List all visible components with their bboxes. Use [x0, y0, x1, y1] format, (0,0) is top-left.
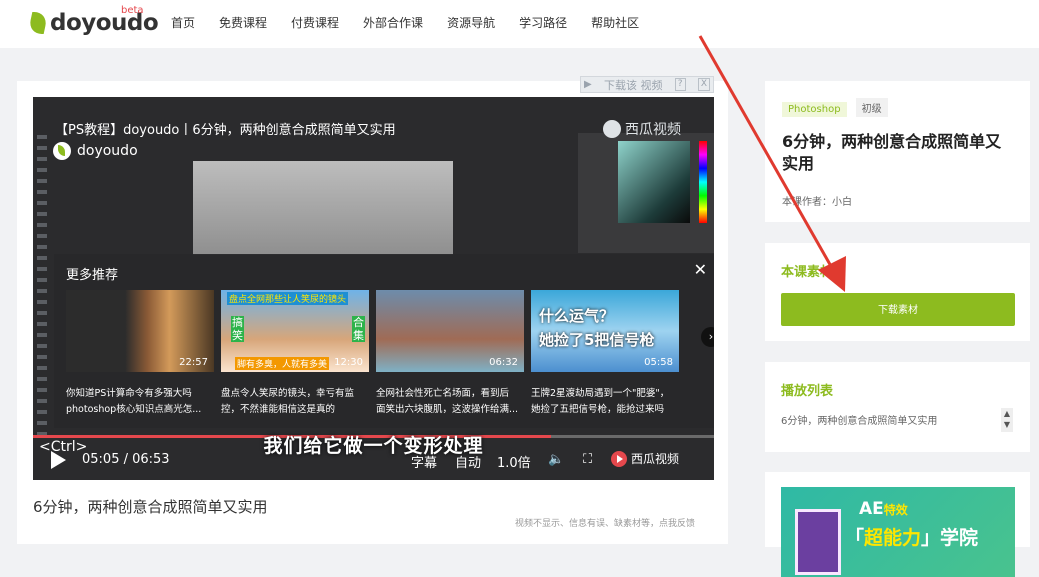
- video-name: 6分钟，两种创意合成照简单又实用: [33, 498, 268, 516]
- course-author: 本课作者：小白: [782, 197, 852, 208]
- download-materials-button[interactable]: 下载素材: [781, 293, 1015, 326]
- banner-title: AE特效: [859, 499, 908, 519]
- playlist-scrollbar[interactable]: ▲ ▼: [1001, 408, 1013, 432]
- nav-resources[interactable]: 资源导航: [447, 14, 495, 31]
- phone-illustration: [795, 509, 841, 575]
- recommendation-caption[interactable]: 她捡了五把信号枪，能抢过来吗: [531, 402, 679, 418]
- thumb-side-text: 搞笑: [231, 316, 244, 342]
- xigua-play-icon: [611, 450, 627, 467]
- playlist-card: 播放列表 6分钟，两种创意合成照简单又实用 ▲ ▼: [765, 362, 1030, 452]
- nav-community[interactable]: 帮助社区: [591, 14, 639, 31]
- recommendation-item[interactable]: 什么运气？ 她捡了5把信号枪 05:58 王牌2星渡劫局遇到一个"肥婆"， 她捡…: [531, 290, 679, 418]
- play-triangle-icon: ▶: [584, 79, 592, 90]
- recommendation-caption[interactable]: 控，不然谁能相信这是真的: [221, 402, 369, 418]
- materials-title: 本课素材: [781, 265, 834, 280]
- promo-card: AE特效 「超能力」学院: [765, 472, 1030, 577]
- banner-ae-text: AE: [859, 499, 884, 519]
- thumb-overlay-text: 什么运气？ 她捡了5把信号枪: [539, 304, 654, 352]
- duration-badge: 22:57: [179, 357, 208, 368]
- playlist-item[interactable]: 6分钟，两种创意合成照简单又实用: [781, 412, 937, 427]
- recommendation-thumbnail[interactable]: 什么运气？ 她捡了5把信号枪 05:58: [531, 290, 679, 372]
- banner-academy: 」学院: [921, 527, 979, 549]
- download-video-label[interactable]: 下载该 视频: [604, 77, 663, 93]
- overlay-close-icon[interactable]: ✕: [694, 260, 707, 279]
- recommendation-item[interactable]: 盘点全网那些让人笑尿的镜头 搞笑 合集 脚有多臭，人就有多美 12:30 盘点令…: [221, 290, 369, 418]
- tag-list: Photoshop 初级: [782, 97, 892, 117]
- video-player[interactable]: 【PS教程】doyoudo丨6分钟，两种创意合成照简单又实用 doyoudo 西…: [33, 97, 714, 480]
- xigua-brand-text: 西瓜视频: [631, 452, 680, 466]
- quality-button[interactable]: 自动: [455, 452, 481, 471]
- time-display: 05:05 / 06:53: [82, 452, 170, 467]
- thumb-overlay-line: 什么运气？: [539, 307, 615, 325]
- main-nav: 首页 免费课程 付费课程 外部合作课 资源导航 学习路径 帮助社区: [171, 14, 663, 31]
- channel-name: doyoudo: [77, 143, 138, 159]
- recommendation-item[interactable]: 22:57 你知道PS计算命令有多强大吗 photoshop核心知识点高光怎..…: [66, 290, 214, 418]
- ae-promo-banner[interactable]: AE特效 「超能力」学院: [781, 487, 1015, 577]
- video-title-overlay: 【PS教程】doyoudo丨6分钟，两种创意合成照简单又实用: [55, 123, 396, 138]
- nav-learning-path[interactable]: 学习路径: [519, 14, 567, 31]
- recommendation-caption[interactable]: 你知道PS计算命令有多强大吗: [66, 386, 214, 402]
- color-picker-graphic: [618, 141, 690, 223]
- xigua-brand[interactable]: 西瓜视频: [611, 450, 679, 467]
- nav-partner-courses[interactable]: 外部合作课: [363, 14, 423, 31]
- banner-bracket: 「: [845, 527, 865, 549]
- recommendation-thumbnail[interactable]: 06:32: [376, 290, 524, 372]
- course-info-card: Photoshop 初级 6分钟，两种创意合成照简单又实用 本课作者：小白: [765, 81, 1030, 222]
- next-arrow-icon[interactable]: ›: [701, 327, 714, 347]
- course-title: 6分钟，两种创意合成照简单又实用: [782, 132, 1002, 173]
- speed-button[interactable]: 1.0倍: [497, 452, 531, 471]
- recommendation-item[interactable]: 06:32 全网社会性死亡名场面，看到后 面笑出六块腹肌，这波操作给满...: [376, 290, 524, 418]
- recommendation-thumbnail[interactable]: 22:57: [66, 290, 214, 372]
- xigua-watermark: 西瓜视频: [603, 119, 681, 139]
- help-icon[interactable]: ?: [674, 78, 686, 91]
- recommendation-caption[interactable]: 面笑出六块腹肌，这波操作给满...: [376, 402, 524, 418]
- recommendation-thumbnail[interactable]: 盘点全网那些让人笑尿的镜头 搞笑 合集 脚有多臭，人就有多美 12:30: [221, 290, 369, 372]
- thumb-banner-text: 盘点全网那些让人笑尿的镜头: [227, 292, 349, 305]
- fullscreen-icon[interactable]: ⛶: [583, 452, 592, 467]
- banner-subtitle: 「超能力」学院: [845, 523, 978, 550]
- volume-icon[interactable]: 🔈: [548, 452, 564, 467]
- nav-paid-courses[interactable]: 付费课程: [291, 14, 339, 31]
- nav-free-courses[interactable]: 免费课程: [219, 14, 267, 31]
- channel-logo: doyoudo: [53, 142, 138, 160]
- playlist-title: 播放列表: [781, 384, 834, 399]
- close-icon[interactable]: X: [697, 78, 710, 91]
- doyoudo-leaf-icon: [53, 142, 71, 160]
- tag-photoshop[interactable]: Photoshop: [782, 102, 847, 117]
- materials-card: 本课素材 下载素材: [765, 243, 1030, 341]
- tag-level[interactable]: 初级: [855, 98, 888, 117]
- banner-effects-text: 特效: [883, 503, 908, 517]
- recommendation-caption[interactable]: 盘点令人笑尿的镜头，幸亏有监: [221, 386, 369, 402]
- download-video-bar[interactable]: ▶ 下载该 视频 ? X: [580, 76, 714, 93]
- site-logo[interactable]: doyoudo beta: [27, 5, 159, 38]
- player-controls: 05:05 / 06:53 字幕 自动 1.0倍 🔈 ⛶ 西瓜视频: [33, 442, 714, 480]
- thumb-side-text: 合集: [352, 316, 365, 342]
- duration-badge: 06:32: [489, 357, 518, 368]
- thumb-overlay-line: 她捡了5把信号枪: [539, 331, 655, 349]
- overlay-title: 更多推荐: [66, 268, 119, 283]
- feedback-link[interactable]: 视频不显示、信息有误、缺素材等，点我反馈: [515, 516, 695, 529]
- beta-badge: beta: [121, 5, 144, 16]
- watermark-text: 西瓜视频: [625, 122, 681, 138]
- recommendation-overlay: 更多推荐 ✕ 22:57 你知道PS计算命令有多强大吗 photoshop核心知…: [54, 254, 714, 428]
- ps-toolbar-graphic: [37, 135, 47, 435]
- hue-slider-graphic: [699, 141, 707, 223]
- play-icon[interactable]: [51, 451, 66, 469]
- top-header: doyoudo beta 首页 免费课程 付费课程 外部合作课 资源导航 学习路…: [0, 0, 1039, 48]
- duration-badge: 12:30: [334, 357, 363, 368]
- recommendation-caption[interactable]: 王牌2星渡劫局遇到一个"肥婆"，: [531, 386, 679, 402]
- recommendation-caption[interactable]: 全网社会性死亡名场面，看到后: [376, 386, 524, 402]
- duration-badge: 05:58: [644, 357, 673, 368]
- ps-canvas-graphic: [193, 161, 453, 255]
- recommendation-caption[interactable]: photoshop核心知识点高光怎...: [66, 402, 214, 418]
- banner-superpower: 超能力: [864, 527, 922, 549]
- thumb-bottom-text: 脚有多臭，人就有多美: [235, 357, 330, 370]
- nav-home[interactable]: 首页: [171, 14, 195, 31]
- leaf-logo-icon: [27, 12, 49, 34]
- xigua-logo-icon: [603, 120, 621, 138]
- subtitle-button[interactable]: 字幕: [411, 452, 437, 471]
